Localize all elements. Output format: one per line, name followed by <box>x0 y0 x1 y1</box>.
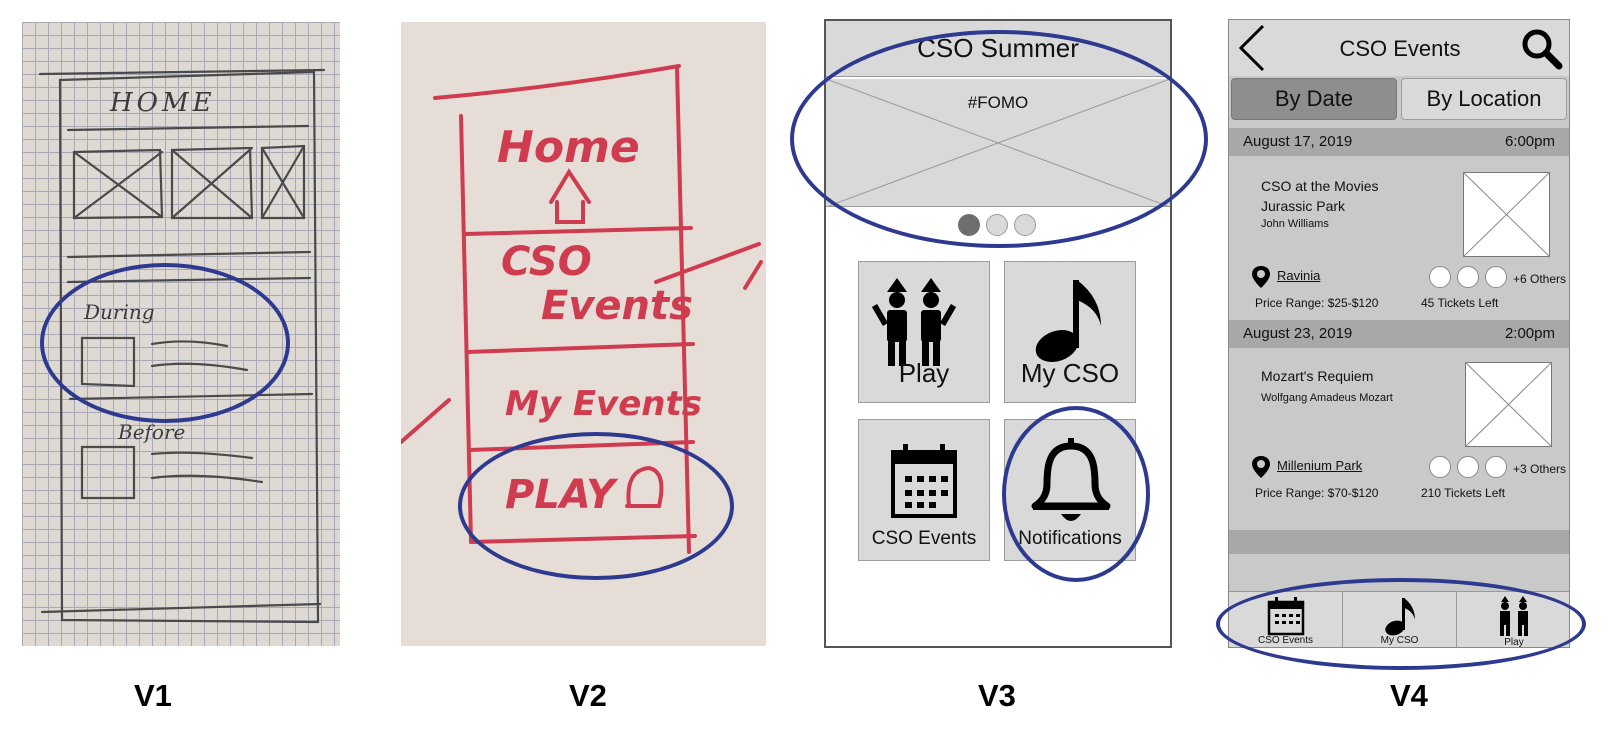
attendee-avatar <box>1429 266 1451 288</box>
highlight-oval-v4-nav <box>1216 578 1586 670</box>
v4-wireframe-phone: CSO Events By Date By Location August 17… <box>1228 19 1570 648</box>
highlight-oval-v3-banner <box>790 30 1208 248</box>
location-pin-icon <box>1252 456 1270 478</box>
attendee-avatar <box>1457 266 1479 288</box>
attendee-avatar <box>1485 266 1507 288</box>
event-1-subtitle: Jurassic Park <box>1261 198 1346 214</box>
people-icon <box>871 278 957 366</box>
tab-by-location[interactable]: By Location <box>1401 78 1567 120</box>
label-v3: V3 <box>978 678 1016 713</box>
event-1-time: 6:00pm <box>1504 133 1555 150</box>
v3-tile-my-cso-label: My CSO <box>1020 358 1120 388</box>
label-v1: V1 <box>134 678 172 713</box>
event-1-tickets: 45 Tickets Left <box>1421 296 1499 310</box>
v3-tile-play-label: Play <box>898 358 950 388</box>
v2-cso-label: CSO <box>501 239 592 285</box>
event-2-date: August 23, 2019 <box>1243 325 1353 342</box>
highlight-oval-v2-play <box>458 432 734 580</box>
event-3-date-row <box>1229 530 1569 554</box>
event-1-composer: John Williams <box>1261 218 1329 230</box>
event-1-title: CSO at the Movies <box>1261 178 1379 194</box>
event-2-title: Mozart's Requiem <box>1261 368 1374 384</box>
v3-tile-cso-events[interactable]: CSO Events <box>858 419 990 561</box>
event-2-tickets: 210 Tickets Left <box>1421 486 1506 500</box>
attendee-avatar <box>1429 456 1451 478</box>
v3-tile-cso-events-label: CSO Events <box>871 528 977 549</box>
v1-home-title: HOME <box>110 88 216 118</box>
attendee-avatar <box>1485 456 1507 478</box>
label-v2: V2 <box>569 678 607 713</box>
event-2-image-placeholder <box>1465 362 1553 448</box>
search-icon[interactable] <box>1519 20 1565 76</box>
v2-home-label: Home <box>497 122 640 173</box>
v3-tile-my-cso[interactable]: My CSO <box>1004 261 1136 403</box>
label-v4: V4 <box>1390 678 1428 713</box>
event-2-composer: Wolfgang Amadeus Mozart <box>1261 392 1393 404</box>
event-1-price: Price Range: $25-$120 <box>1255 296 1379 310</box>
event-1-date: August 17, 2019 <box>1243 133 1353 150</box>
tab-by-date[interactable]: By Date <box>1231 78 1397 120</box>
v1-before-label: Before <box>118 420 186 444</box>
event-1-card[interactable]: CSO at the Movies Jurassic Park John Wil… <box>1229 156 1569 320</box>
music-note-icon <box>1035 280 1101 362</box>
event-1-date-row: August 17, 2019 6:00pm <box>1229 128 1569 156</box>
event-2-date-row: August 23, 2019 2:00pm <box>1229 320 1569 348</box>
event-1-others: +6 Others <box>1513 272 1567 286</box>
calendar-icon <box>891 444 957 518</box>
event-2-time: 2:00pm <box>1504 325 1555 342</box>
v4-header: CSO Events <box>1229 20 1569 76</box>
event-1-image-placeholder <box>1463 172 1551 258</box>
v2-events-label: Events <box>541 283 693 329</box>
event-2-card[interactable]: Mozart's Requiem Wolfgang Amadeus Mozart… <box>1229 348 1569 512</box>
event-2-others: +3 Others <box>1513 462 1567 476</box>
attendee-avatar <box>1457 456 1479 478</box>
event-2-location-link[interactable]: Millenium Park <box>1277 458 1362 473</box>
v2-my-events-label: My Events <box>505 384 702 424</box>
location-pin-icon <box>1252 266 1270 288</box>
highlight-oval-v1-during <box>40 263 290 423</box>
event-2-price: Price Range: $70-$120 <box>1255 486 1379 500</box>
v3-tile-play[interactable]: Play <box>858 261 990 403</box>
highlight-oval-v3-notifications <box>1002 406 1150 582</box>
event-1-location-link[interactable]: Ravinia <box>1277 268 1320 283</box>
